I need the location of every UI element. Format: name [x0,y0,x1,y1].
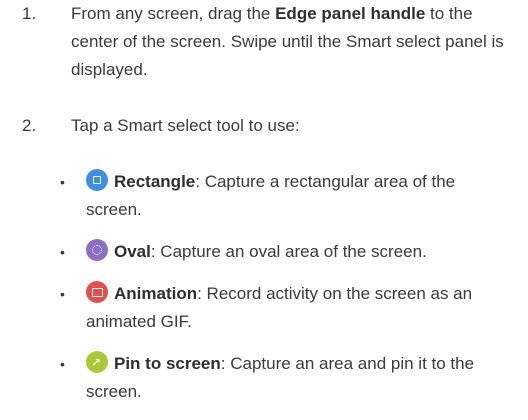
step-text: Tap a Smart select tool to use: [71,116,300,135]
animation-icon [86,281,108,303]
bullet-marker: • [60,244,65,260]
tool-description: : Capture an oval area of the screen. [150,242,427,261]
step-text-start: From any screen, drag the [71,4,276,23]
tool-name: Animation [114,284,198,303]
bullet-marker: • [60,286,65,302]
bullet-marker: • [60,356,65,372]
edge-panel-handle-term: Edge panel handle [275,4,426,23]
step-number: 2. [22,116,37,135]
pin-to-screen-icon [86,351,108,373]
rectangle-select-icon [86,169,108,191]
tool-name: Rectangle [114,172,196,191]
tool-name: Pin to screen [114,354,221,373]
tool-name: Oval [114,242,151,261]
bullet-marker: • [60,174,65,190]
step-text: From any screen, drag the Edge panel han… [71,0,514,84]
oval-select-icon [86,239,108,261]
step-number: 1. [22,4,37,23]
